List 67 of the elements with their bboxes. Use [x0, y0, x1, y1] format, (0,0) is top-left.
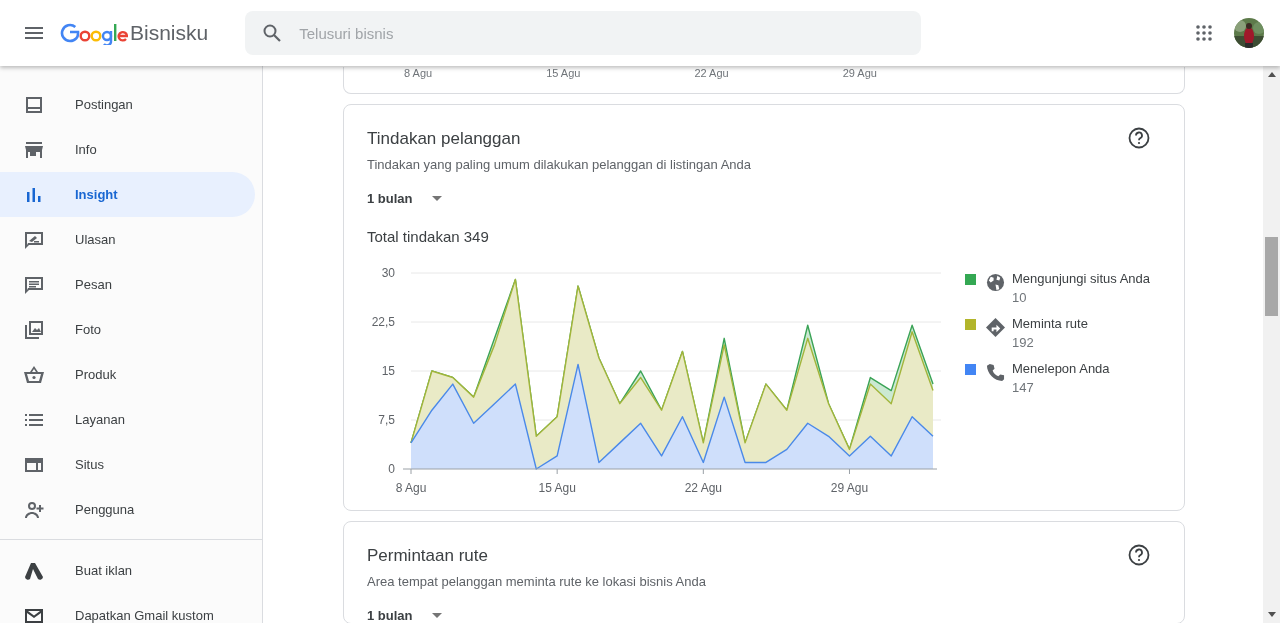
period-dropdown[interactable]: 1 bulan: [367, 608, 442, 623]
card-title: Tindakan pelanggan: [367, 129, 522, 149]
app-name: Bisnisku: [130, 21, 209, 45]
photo-icon: [24, 319, 44, 340]
sidebar-item[interactable]: Ulasan: [0, 217, 255, 262]
add-user-icon: [24, 499, 44, 520]
sidebar-item[interactable]: Insight: [0, 172, 255, 217]
sidebar-item[interactable]: Situs: [0, 442, 255, 487]
legend-label: Mengunjungi situs Anda: [1012, 271, 1151, 286]
message-icon: [24, 274, 44, 295]
help-icon[interactable]: [1128, 544, 1150, 566]
search-field[interactable]: Telusuri bisnis: [245, 11, 922, 55]
sidebar-item[interactable]: Dapatkan Gmail kustom: [0, 593, 255, 623]
apps-grid-icon[interactable]: [1196, 25, 1212, 41]
x-tick-label: 29 Agu: [830, 481, 869, 495]
sidebar-item[interactable]: Produk: [0, 352, 255, 397]
sidebar-item[interactable]: Info: [0, 127, 255, 172]
caret-icon: [431, 196, 442, 201]
y-tick-label: 30: [381, 266, 395, 280]
google-logo: [60, 21, 128, 45]
sidebar-item[interactable]: Foto: [0, 307, 255, 352]
x-tick-label: 22 Agu: [684, 481, 722, 495]
phone-icon: [986, 363, 1005, 382]
scrollbar[interactable]: [1263, 66, 1280, 623]
card-title: Permintaan rute: [367, 546, 489, 566]
card-subtitle: Area tempat pelanggan meminta rute ke lokasi bisnis Anda: [367, 574, 706, 589]
sidebar-item[interactable]: Buat iklan: [0, 548, 255, 593]
y-tick-label: 22,5: [371, 315, 395, 329]
axis-label: 29 Agu: [842, 67, 877, 79]
help-icon[interactable]: [1128, 127, 1150, 149]
post-icon: [24, 94, 44, 115]
x-tick: [556, 468, 558, 475]
card-subtitle: Tindakan yang paling umum dilakukan pelanggan di listingan Anda: [367, 157, 751, 172]
sidebar-item[interactable]: Pengguna: [0, 487, 255, 532]
triangle-logo-icon: [24, 560, 44, 581]
sidebar-item[interactable]: Pesan: [0, 262, 255, 307]
axis-label: 8 Agu: [404, 67, 433, 79]
store-icon: [24, 139, 44, 160]
x-tick-label: 15 Agu: [538, 481, 576, 495]
legend-label: Meminta rute: [1012, 316, 1088, 331]
x-tick: [410, 468, 412, 475]
y-tick-label: 7,5: [378, 413, 395, 427]
x-tick: [702, 468, 704, 475]
total-label: Total tindakan 349: [367, 228, 490, 245]
x-tick-label: 8 Agu: [395, 481, 427, 495]
legend-count: 147: [1012, 380, 1035, 395]
legend-label: Menelepon Anda: [1012, 361, 1110, 376]
axis-label: 15 Agu: [546, 67, 581, 79]
directions-icon: [986, 318, 1005, 337]
scrollbar-thumb[interactable]: [1265, 237, 1278, 316]
scroll-down-icon[interactable]: [1267, 612, 1276, 617]
caret-icon: [431, 613, 442, 618]
scroll-up-icon[interactable]: [1267, 72, 1276, 77]
basket-icon: [24, 364, 44, 385]
menu-icon[interactable]: [25, 27, 43, 39]
search-icon: [263, 24, 282, 42]
globe-icon: [986, 273, 1005, 292]
axis-label: 22 Agu: [694, 67, 729, 79]
sidebar-item[interactable]: Postingan: [0, 82, 255, 127]
y-tick-label: 15: [381, 364, 395, 378]
sidebar-item[interactable]: Layanan: [0, 397, 255, 442]
legend-count: 10: [1012, 290, 1028, 305]
period-dropdown[interactable]: 1 bulan: [367, 191, 442, 206]
review-icon: [24, 229, 44, 250]
x-tick: [849, 468, 850, 475]
legend-count: 192: [1012, 335, 1035, 350]
y-tick-label: 0: [388, 462, 395, 476]
